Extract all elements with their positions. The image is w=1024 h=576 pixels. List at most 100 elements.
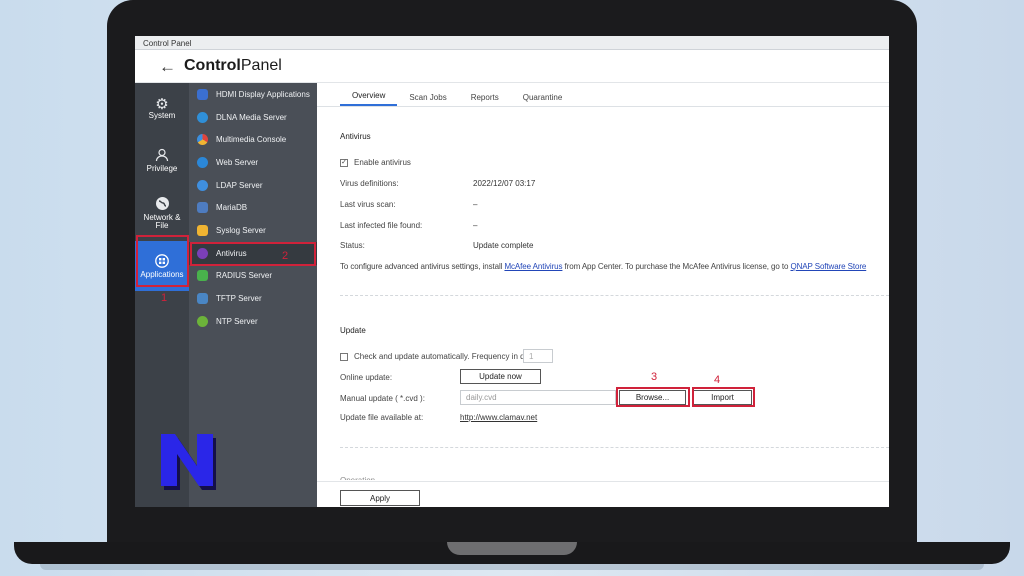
sublist-item-web-server[interactable]: Web Server xyxy=(189,151,317,174)
ldap-icon xyxy=(197,179,208,191)
sidebar-item-label: System xyxy=(148,110,176,120)
multimedia-icon xyxy=(197,134,208,146)
enable-antivirus-label: Enable antivirus xyxy=(354,158,411,167)
control-panel-header: ← ControlPanel xyxy=(135,50,889,83)
auto-update-label: Check and update automatically. Frequenc… xyxy=(354,352,540,361)
antivirus-section-title: Antivirus xyxy=(340,132,371,141)
gear-icon: ⚙ xyxy=(155,95,169,113)
mariadb-icon xyxy=(197,202,208,214)
sidebar-item-privilege[interactable]: Privilege xyxy=(135,135,189,185)
laptop-shadow xyxy=(40,564,984,570)
last-scan-row: Last virus scan: – xyxy=(340,200,477,209)
annotation-box-applications xyxy=(136,235,189,287)
tftp-icon xyxy=(197,293,208,305)
online-update-label: Online update: xyxy=(340,373,393,382)
sublist-item-mariadb[interactable]: MariaDB xyxy=(189,196,317,219)
clamav-link[interactable]: http://www.clamav.net xyxy=(460,413,537,422)
dlna-icon xyxy=(197,111,208,123)
virus-definitions-label: Virus definitions: xyxy=(340,179,399,188)
operation-section-title: Operation xyxy=(340,476,375,480)
mcafee-antivirus-link[interactable]: McAfee Antivirus xyxy=(504,262,562,271)
window-title: Control Panel xyxy=(143,39,192,48)
sublist-item-label: NTP Server xyxy=(216,316,258,326)
last-scan-value: – xyxy=(473,200,478,209)
virus-definitions-value: 2022/12/07 03:17 xyxy=(473,179,536,188)
update-now-button[interactable]: Update now xyxy=(460,369,541,384)
qnap-software-store-link[interactable]: QNAP Software Store xyxy=(790,262,866,271)
update-section-title: Update xyxy=(340,326,366,335)
tab-scan-jobs[interactable]: Scan Jobs xyxy=(397,93,458,106)
manual-update-label: Manual update ( *.cvd ): xyxy=(340,394,425,403)
tab-quarantine[interactable]: Quarantine xyxy=(511,93,575,106)
sidebar-item-label: Network & File xyxy=(143,213,181,230)
manual-update-file-input[interactable]: daily.cvd xyxy=(460,390,616,405)
annotation-box-browse xyxy=(616,387,690,407)
sublist-item-label: Web Server xyxy=(216,157,259,167)
page-title-suffix: Panel xyxy=(240,57,282,74)
ntp-icon xyxy=(197,315,208,327)
web-server-icon xyxy=(197,156,208,168)
footer-bar: Apply xyxy=(317,481,889,507)
sublist-item-label: Multimedia Console xyxy=(216,135,287,145)
sublist-item-tftp[interactable]: TFTP Server xyxy=(189,287,317,310)
antivirus-info-text: To configure advanced antivirus settings… xyxy=(340,262,866,271)
sublist-item-dlna[interactable]: DLNA Media Server xyxy=(189,106,317,129)
globe-icon xyxy=(155,196,170,211)
status-row: Status: Update complete xyxy=(340,241,533,250)
back-arrow-icon[interactable]: ← xyxy=(159,58,176,75)
sublist-item-label: DLNA Media Server xyxy=(216,112,287,122)
auto-update-checkbox[interactable] xyxy=(340,352,348,361)
radius-icon xyxy=(197,270,208,282)
tab-bar: Overview Scan Jobs Reports Quarantine xyxy=(317,83,889,107)
manual-update-row: Manual update ( *.cvd ): xyxy=(340,394,425,403)
sublist-item-radius[interactable]: RADIUS Server xyxy=(189,265,317,288)
sidebar-item-network-file[interactable]: Network & File xyxy=(135,185,189,241)
virus-definitions-row: Virus definitions: 2022/12/07 03:17 xyxy=(340,179,535,188)
syslog-icon xyxy=(197,224,208,236)
annotation-number-2: 2 xyxy=(282,250,289,262)
page-title: ControlPanel xyxy=(184,57,282,75)
enable-antivirus-checkbox[interactable]: ✓ xyxy=(340,158,348,167)
page-title-prefix: Control xyxy=(184,57,241,74)
n-logo-icon xyxy=(161,434,216,490)
tab-overview[interactable]: Overview xyxy=(340,91,398,106)
sublist-item-syslog[interactable]: Syslog Server xyxy=(189,219,317,242)
enable-antivirus-row: ✓ Enable antivirus xyxy=(340,158,411,167)
online-update-row: Online update: xyxy=(340,373,392,382)
status-label: Status: xyxy=(340,241,365,250)
sublist-item-label: Syslog Server xyxy=(216,225,266,235)
user-icon xyxy=(155,148,169,162)
section-divider xyxy=(340,295,889,296)
last-infected-value: – xyxy=(473,221,478,230)
sublist-item-label: RADIUS Server xyxy=(216,271,273,281)
screen: Control Panel ← ControlPanel ⚙ System Pr… xyxy=(135,36,889,507)
sublist-item-label: LDAP Server xyxy=(216,180,263,190)
sublist-item-hdmi[interactable]: HDMI Display Applications xyxy=(189,83,317,106)
sublist-item-multimedia[interactable]: Multimedia Console xyxy=(189,128,317,151)
sublist-item-label: MariaDB xyxy=(216,203,248,213)
annotation-box-import xyxy=(692,387,755,407)
sublist-item-label: TFTP Server xyxy=(216,294,262,304)
status-value: Update complete xyxy=(473,241,534,250)
update-file-available-row: Update file available at: http://www.cla… xyxy=(340,413,537,422)
sublist-item-label: HDMI Display Applications xyxy=(216,89,310,99)
sidebar-item-system[interactable]: ⚙ System xyxy=(135,85,189,135)
info-text-part: To configure advanced antivirus settings… xyxy=(340,262,505,271)
annotation-number-3: 3 xyxy=(651,371,658,383)
auto-update-row: Check and update automatically. Frequenc… xyxy=(340,352,539,361)
content-panel: Overview Scan Jobs Reports Quarantine An… xyxy=(317,83,889,507)
sublist-item-ldap[interactable]: LDAP Server xyxy=(189,174,317,197)
sidebar-item-label: Privilege xyxy=(146,163,178,173)
hdmi-icon xyxy=(197,88,208,100)
apply-button[interactable]: Apply xyxy=(340,490,420,506)
sublist-item-ntp[interactable]: NTP Server xyxy=(189,310,317,333)
tab-reports[interactable]: Reports xyxy=(459,93,511,106)
annotation-box-antivirus xyxy=(190,242,316,266)
laptop-notch xyxy=(447,542,577,555)
info-text-part: from App Center. To purchase the McAfee … xyxy=(562,262,791,271)
section-divider xyxy=(340,447,889,448)
annotation-number-4: 4 xyxy=(714,374,721,386)
annotation-number-1: 1 xyxy=(161,292,168,304)
last-scan-label: Last virus scan: xyxy=(340,200,396,209)
frequency-input[interactable]: 1 xyxy=(523,349,553,363)
